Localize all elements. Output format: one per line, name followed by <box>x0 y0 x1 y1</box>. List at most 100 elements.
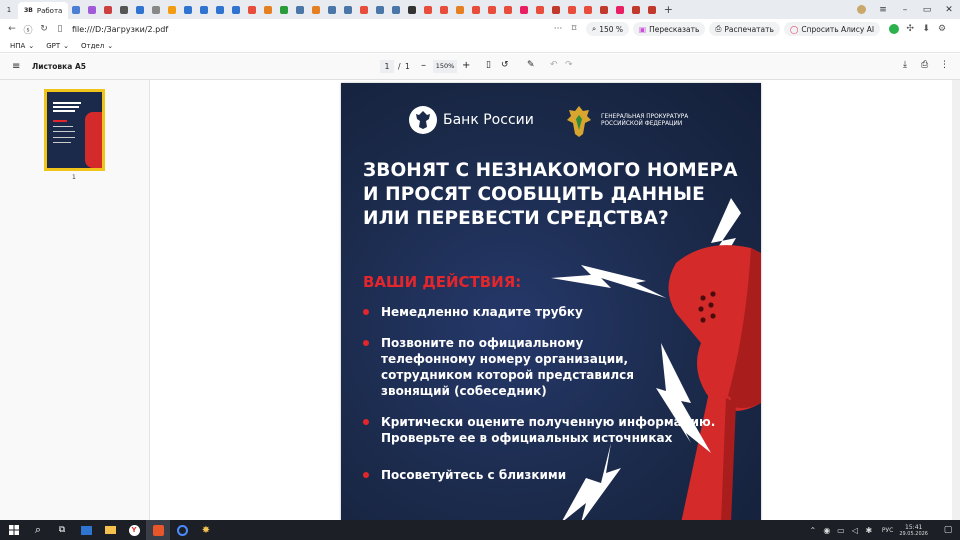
tab-favicon[interactable] <box>564 0 580 19</box>
url-field[interactable]: file:///D:/Загрузки/2.pdf <box>72 25 550 34</box>
profile-icon[interactable] <box>850 0 872 19</box>
bookmark-folder-otdel[interactable]: Отдел ⌄ <box>75 42 119 50</box>
more-icon[interactable]: ··· <box>550 19 566 39</box>
tray-misc-icon[interactable]: ✱ <box>862 520 876 540</box>
tab-favicon[interactable] <box>388 0 404 19</box>
tab-favicon[interactable] <box>100 0 116 19</box>
app-icon[interactable] <box>170 520 194 540</box>
draw-icon[interactable]: ✎ <box>527 60 535 70</box>
tab-counter[interactable]: 1 <box>0 0 18 19</box>
zoom-out-icon[interactable]: – <box>421 60 426 71</box>
more-vertical-icon[interactable]: ⋮ <box>940 60 949 70</box>
tab-active[interactable]: ЗВ Работа <box>18 2 69 19</box>
file-explorer-icon[interactable] <box>98 520 122 540</box>
pdf-viewer[interactable]: Банк России ГЕНЕРАЛЬНАЯ ПРОКУРАТУРА РОСС… <box>150 80 960 520</box>
tab-favicon[interactable] <box>420 0 436 19</box>
tab-favicon[interactable] <box>308 0 324 19</box>
search-icon[interactable]: ⌕ <box>26 520 50 540</box>
tab-favicon[interactable] <box>628 0 644 19</box>
outlook-icon[interactable] <box>74 520 98 540</box>
tab-favicon[interactable] <box>484 0 500 19</box>
task-view-icon[interactable]: ⧉ <box>50 520 74 540</box>
tab-favicon[interactable] <box>260 0 276 19</box>
new-tab-button[interactable]: + <box>660 0 676 19</box>
site-info-icon[interactable]: ⓢ <box>20 19 36 39</box>
language-indicator[interactable]: РУС <box>882 527 893 534</box>
yandex-browser-icon[interactable]: Y <box>122 520 146 540</box>
app-icon[interactable]: ✸ <box>194 520 218 540</box>
tab-favicon[interactable] <box>548 0 564 19</box>
page-thumbnail[interactable] <box>44 89 105 171</box>
print-button[interactable]: ⎙ Распечатать <box>709 22 780 36</box>
scroll-up-icon[interactable] <box>954 86 958 92</box>
tab-favicon[interactable] <box>612 0 628 19</box>
tab-favicon[interactable] <box>500 0 516 19</box>
tab-favicon[interactable] <box>116 0 132 19</box>
zoom-level-field[interactable]: 150% <box>433 60 457 73</box>
downloads-icon[interactable]: ⬇ <box>918 19 934 39</box>
tab-favicon[interactable] <box>452 0 468 19</box>
tab-favicon[interactable] <box>532 0 548 19</box>
tab-favicon[interactable] <box>132 0 148 19</box>
tab-favicon[interactable] <box>196 0 212 19</box>
print-icon[interactable]: ⎙ <box>921 60 928 70</box>
notifications-icon[interactable]: ▢ <box>936 520 960 540</box>
reload-icon[interactable]: ↻ <box>36 19 52 39</box>
minimize-icon[interactable]: – <box>894 0 916 19</box>
retell-button[interactable]: ▣ Пересказать <box>633 22 706 36</box>
network-icon[interactable]: ▭ <box>834 520 848 540</box>
sidebar-toggle-icon[interactable]: ≡ <box>12 61 20 72</box>
tab-favicon[interactable] <box>644 0 660 19</box>
windows-start-icon[interactable] <box>2 520 26 540</box>
zoom-in-icon[interactable]: + <box>462 60 470 71</box>
tab-favicon[interactable] <box>212 0 228 19</box>
tab-favicon[interactable] <box>468 0 484 19</box>
bullet-4-line-1: Посоветуйтесь с близкими <box>381 468 567 482</box>
back-icon[interactable]: ← <box>4 19 20 39</box>
extensions-icon[interactable]: ✣ <box>902 19 918 39</box>
tab-favicon[interactable] <box>436 0 452 19</box>
volume-icon[interactable]: ◁ <box>848 520 862 540</box>
tab-favicon[interactable] <box>356 0 372 19</box>
bookmark-icon[interactable]: ⌑ <box>566 19 582 39</box>
tab-favicon[interactable] <box>516 0 532 19</box>
viewer-scrollbar[interactable] <box>952 80 960 520</box>
tab-favicon[interactable] <box>372 0 388 19</box>
tab-favicon[interactable] <box>276 0 292 19</box>
tray-app-icon[interactable]: ◉ <box>820 520 834 540</box>
fit-page-icon[interactable]: ▯ <box>486 60 491 70</box>
bookmark-folder-gpt[interactable]: GPT ⌄ <box>40 42 75 50</box>
tray-expand-icon[interactable]: ⌃ <box>806 520 820 540</box>
maximize-icon[interactable]: ▭ <box>916 0 938 19</box>
menu-icon[interactable]: ≡ <box>872 0 894 19</box>
bookmark-folder-npa[interactable]: НПА ⌄ <box>4 42 40 50</box>
tab-favicon[interactable] <box>244 0 260 19</box>
undo-icon[interactable]: ↶ <box>550 60 558 70</box>
download-icon[interactable]: ⤓ <box>903 60 907 70</box>
redo-icon[interactable]: ↷ <box>565 60 573 70</box>
retell-icon: ▣ <box>639 24 647 34</box>
tab-favicon[interactable] <box>580 0 596 19</box>
tab-favicon[interactable] <box>596 0 612 19</box>
close-icon[interactable]: ✕ <box>938 0 960 19</box>
tab-favicon[interactable] <box>164 0 180 19</box>
settings-icon[interactable]: ⚙ <box>934 19 950 39</box>
active-app-icon[interactable] <box>146 520 170 540</box>
tab-favicon[interactable] <box>68 0 84 19</box>
clock[interactable]: 15:41 29.05.2026 <box>899 524 928 537</box>
tab-favicon[interactable] <box>180 0 196 19</box>
tab-favicon[interactable] <box>404 0 420 19</box>
favicon-icon <box>104 5 113 14</box>
tab-favicon[interactable] <box>228 0 244 19</box>
favicon-icon <box>280 5 289 14</box>
rotate-icon[interactable]: ↺ <box>501 60 509 70</box>
tab-favicon[interactable] <box>84 0 100 19</box>
extension-check-icon[interactable] <box>886 19 902 39</box>
tab-favicon[interactable] <box>324 0 340 19</box>
page-number-input[interactable]: 1 <box>380 60 394 73</box>
tab-favicon[interactable] <box>148 0 164 19</box>
alice-button[interactable]: ◯ Спросить Алису AI <box>783 22 881 36</box>
tab-favicon[interactable] <box>340 0 356 19</box>
tab-favicon[interactable] <box>292 0 308 19</box>
zoom-pill[interactable]: ⌕ 150 % <box>586 22 630 36</box>
